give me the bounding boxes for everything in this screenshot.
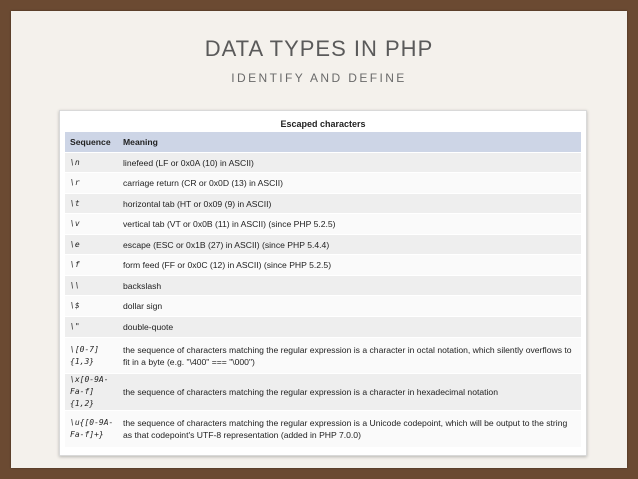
table-row: \\ backslash: [65, 275, 581, 296]
table-row: \[0-7]{1,3} the sequence of characters m…: [65, 337, 581, 374]
meaning-cell: form feed (FF or 0x0C (12) in ASCII) (si…: [118, 254, 581, 276]
table-row: \f form feed (FF or 0x0C (12) in ASCII) …: [65, 254, 581, 276]
sequence-cell: \u{[0-9A-Fa-f]+}: [65, 410, 118, 447]
meaning-cell: dollar sign: [118, 295, 581, 317]
escaped-characters-table-panel: Escaped characters Sequence Meaning \n l…: [59, 110, 587, 456]
sequence-cell: \n: [65, 152, 118, 173]
table-row: \v vertical tab (VT or 0x0B (11) in ASCI…: [65, 213, 581, 235]
table-row: \x[0-9A-Fa-f]{1,2} the sequence of chara…: [65, 373, 581, 411]
slide-title: DATA TYPES IN PHP: [204, 36, 434, 61]
meaning-cell: the sequence of characters matching the …: [118, 337, 581, 374]
header-sequence: Sequence: [65, 132, 118, 153]
sequence-cell: \$: [65, 295, 118, 317]
sequence-cell: \\: [65, 275, 118, 296]
sequence-cell: \r: [65, 172, 118, 194]
meaning-cell: carriage return (CR or 0x0D (13) in ASCI…: [118, 172, 581, 194]
sequence-cell: \f: [65, 254, 118, 276]
slide-subtitle: IDENTIFY AND DEFINE: [231, 71, 407, 85]
sequence-cell: \x[0-9A-Fa-f]{1,2}: [65, 373, 118, 411]
table-row: \" double-quote: [65, 316, 581, 338]
meaning-cell: the sequence of characters matching the …: [118, 373, 581, 411]
table-row: \u{[0-9A-Fa-f]+} the sequence of charact…: [65, 410, 581, 447]
sequence-cell: \": [65, 316, 118, 338]
table-row: \e escape (ESC or 0x1B (27) in ASCII) (s…: [65, 234, 581, 255]
table-header-row: Sequence Meaning: [65, 132, 581, 153]
meaning-cell: backslash: [118, 275, 581, 296]
meaning-cell: escape (ESC or 0x1B (27) in ASCII) (sinc…: [118, 234, 581, 255]
meaning-cell: double-quote: [118, 316, 581, 338]
slide: DATA TYPES IN PHP IDENTIFY AND DEFINE Es…: [11, 11, 627, 468]
sequence-cell: \t: [65, 193, 118, 214]
header-meaning: Meaning: [118, 132, 581, 153]
sequence-cell: \[0-7]{1,3}: [65, 337, 118, 374]
meaning-cell: vertical tab (VT or 0x0B (11) in ASCII) …: [118, 213, 581, 235]
table-row: \r carriage return (CR or 0x0D (13) in A…: [65, 172, 581, 194]
meaning-cell: the sequence of characters matching the …: [118, 410, 581, 447]
table-row: \t horizontal tab (HT or 0x09 (9) in ASC…: [65, 193, 581, 214]
sequence-cell: \v: [65, 213, 118, 235]
escaped-characters-table: Sequence Meaning \n linefeed (LF or 0x0A…: [65, 132, 581, 447]
table-row: \$ dollar sign: [65, 295, 581, 317]
table-row: \n linefeed (LF or 0x0A (10) in ASCII): [65, 152, 581, 173]
meaning-cell: horizontal tab (HT or 0x09 (9) in ASCII): [118, 193, 581, 214]
sequence-cell: \e: [65, 234, 118, 255]
meaning-cell: linefeed (LF or 0x0A (10) in ASCII): [118, 152, 581, 173]
table-caption: Escaped characters: [280, 119, 366, 129]
